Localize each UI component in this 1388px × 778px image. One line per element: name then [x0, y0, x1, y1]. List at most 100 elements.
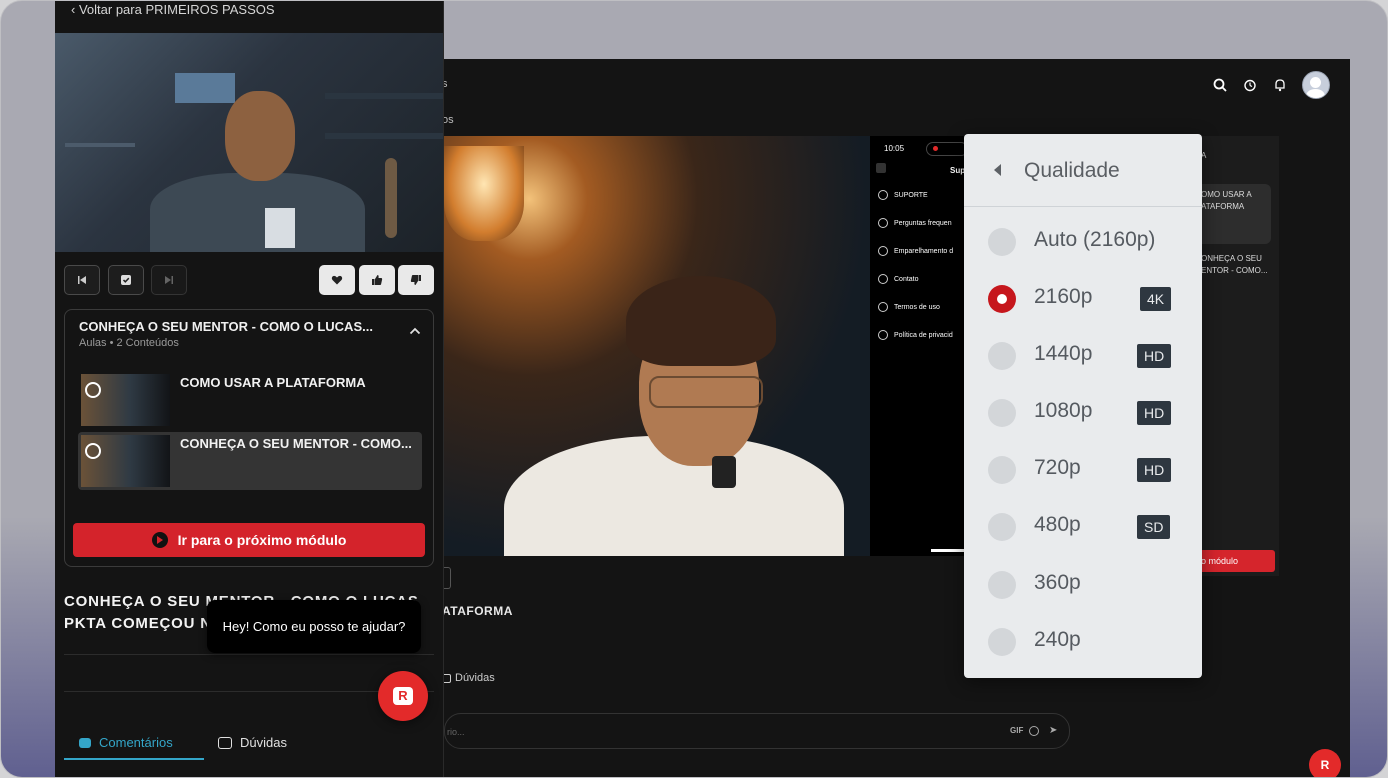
next-module-label: Ir para o próximo módulo	[177, 532, 347, 548]
video-frame[interactable]	[444, 136, 870, 556]
phone-menu-item[interactable]: Política de privacid	[878, 330, 953, 340]
quality-option[interactable]: 1440p HD	[964, 328, 1202, 384]
lesson-thumbnail	[81, 374, 170, 426]
quality-label: 2160p	[1034, 285, 1093, 308]
quality-menu-title: Qualidade	[1024, 159, 1120, 182]
phone-recording-pill	[926, 142, 968, 156]
quality-option[interactable]: 2160p 4K	[964, 271, 1202, 327]
chevron-up-icon[interactable]	[409, 324, 421, 338]
divider	[64, 654, 434, 655]
bg-doubts-tab[interactable]: Dúvidas	[442, 672, 495, 684]
bg-next-module-button[interactable]: o módulo	[1201, 550, 1275, 572]
alarm-icon[interactable]	[1242, 77, 1258, 93]
window-frame: s os 10:05 Sup SUPORTE Perguntas frequen…	[0, 0, 1388, 778]
lesson-video-thumbnail[interactable]	[55, 33, 443, 252]
shirt-print	[265, 208, 295, 248]
radio-icon	[988, 342, 1016, 370]
quality-label: 720p	[1034, 456, 1081, 479]
phone-menu-item[interactable]: Perguntas frequen	[878, 218, 952, 228]
glasses	[649, 376, 763, 408]
quality-option[interactable]: 240p	[964, 614, 1202, 670]
bg-panel-text: OMO USAR A	[1201, 190, 1252, 199]
background-lessons-panel: A OMO USAR A ATAFORMA ONHEÇA O SEU ENTOR…	[1201, 136, 1279, 576]
video-progress-bar[interactable]	[931, 549, 965, 552]
thumbs-up-icon	[372, 275, 383, 285]
dislike-button[interactable]	[398, 265, 434, 295]
microphone	[712, 456, 736, 488]
top-toolbar	[1212, 71, 1330, 99]
desk	[65, 143, 135, 147]
quality-label: 240p	[1034, 628, 1081, 651]
phone-back-icon[interactable]	[876, 163, 886, 173]
quality-option[interactable]: 480p SD	[964, 499, 1202, 555]
quality-badge: 4K	[1140, 287, 1172, 311]
phone-title: Sup	[950, 166, 966, 175]
phone-menu-item[interactable]: SUPORTE	[878, 190, 928, 200]
back-arrow-icon[interactable]	[994, 164, 1001, 176]
phone-time: 10:05	[884, 144, 905, 153]
bg-chat-fab[interactable]: R	[1309, 749, 1341, 777]
send-icon[interactable]: ➤	[1049, 725, 1057, 736]
emoji-icon[interactable]	[1029, 726, 1039, 736]
search-icon[interactable]	[1212, 77, 1228, 93]
shelf	[325, 93, 443, 99]
chat-open-button[interactable]: R	[378, 671, 428, 721]
person-head	[225, 91, 295, 181]
tab-comments[interactable]: Comentários	[79, 735, 173, 750]
bg-lesson-card[interactable]: OMO USAR A ATAFORMA	[1201, 184, 1271, 244]
quality-option[interactable]: 1080p HD	[964, 385, 1202, 441]
chat-logo-icon: R	[393, 687, 413, 705]
skip-forward-icon	[165, 276, 173, 284]
back-link[interactable]: ‹ Voltar para PRIMEIROS PASSOS	[71, 2, 275, 17]
radio-icon	[988, 399, 1016, 427]
person-hair	[626, 276, 776, 366]
quality-menu-header[interactable]: Qualidade	[964, 134, 1202, 207]
quality-badge: HD	[1137, 344, 1172, 368]
avatar[interactable]	[1302, 71, 1330, 99]
comment-input[interactable]: rio... GIF ➤	[444, 713, 1070, 749]
phone-menu-item[interactable]: Termos de uso	[878, 302, 940, 312]
phone-menu-icon	[878, 274, 888, 284]
skip-back-icon	[78, 276, 86, 284]
gif-button[interactable]: GIF	[1010, 726, 1023, 735]
chat-greeting-bubble[interactable]: Hey! Como eu posso te ajudar?	[207, 600, 421, 653]
favorite-button[interactable]	[319, 265, 355, 295]
mark-complete-button[interactable]	[108, 265, 144, 295]
person-body	[150, 173, 365, 252]
quality-label: 360p	[1034, 571, 1081, 594]
like-button[interactable]	[359, 265, 395, 295]
lesson-item-active[interactable]: CONHEÇA O SEU MENTOR - COMO...	[78, 432, 422, 490]
tab-doubts[interactable]: Dúvidas	[218, 735, 287, 750]
phone-menu-item[interactable]: Contato	[878, 274, 919, 284]
phone-menu-icon	[878, 190, 888, 200]
check-icon	[121, 275, 131, 285]
lesson-item[interactable]: COMO USAR A PLATAFORMA	[78, 371, 422, 429]
quality-badge: SD	[1137, 515, 1171, 539]
next-module-button[interactable]: Ir para o próximo módulo	[73, 523, 425, 557]
module-card: CONHEÇA O SEU MENTOR - COMO O LUCAS... A…	[64, 309, 434, 567]
bell-icon[interactable]	[1272, 77, 1288, 93]
radio-selected-icon	[988, 285, 1016, 313]
phone-menu-item[interactable]: Emparelhamento d	[878, 246, 953, 256]
radio-icon	[988, 571, 1016, 599]
module-title[interactable]: CONHEÇA O SEU MENTOR - COMO O LUCAS...	[79, 319, 373, 334]
phone-menu-icon	[878, 330, 888, 340]
progress-ring-icon	[85, 382, 101, 398]
radio-icon	[988, 628, 1016, 656]
quality-label: Auto (2160p)	[1034, 228, 1156, 251]
lamp	[444, 146, 524, 241]
next-lesson-button[interactable]	[151, 265, 187, 295]
quality-option[interactable]: 360p	[964, 557, 1202, 613]
quality-option[interactable]: Auto (2160p)	[964, 214, 1202, 270]
module-subtitle: Aulas • 2 Conteúdos	[79, 337, 179, 349]
chevron-left-icon: ‹	[71, 2, 76, 17]
left-panel: ‹ Voltar para PRIMEIROS PASSOS CONHEÇA O…	[55, 1, 444, 777]
quality-label: 1440p	[1034, 342, 1093, 365]
previous-lesson-button[interactable]	[64, 265, 100, 295]
radio-icon	[988, 513, 1016, 541]
heart-icon	[331, 275, 343, 285]
thumbs-down-icon	[410, 275, 421, 285]
bg-panel-text: ENTOR - COMO...	[1201, 266, 1268, 275]
quality-option[interactable]: 720p HD	[964, 442, 1202, 498]
quality-badge: HD	[1137, 401, 1172, 425]
